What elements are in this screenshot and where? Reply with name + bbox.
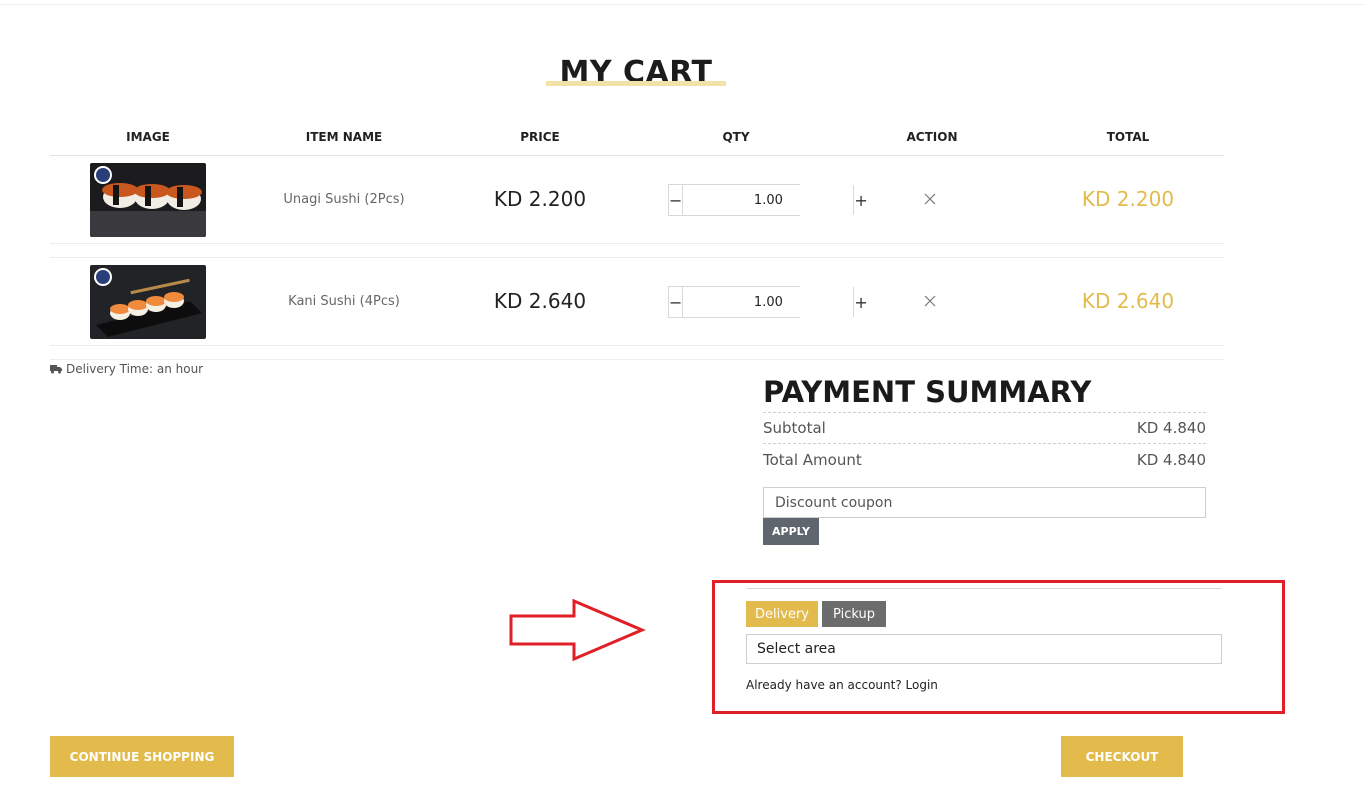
quantity-stepper: − + (668, 184, 868, 216)
remove-item-button[interactable] (920, 189, 940, 209)
increase-qty-button[interactable]: + (853, 185, 868, 215)
delivery-time-text: Delivery Time: an hour (66, 362, 204, 376)
header-item-name: ITEM NAME (305, 130, 383, 144)
remove-item-button[interactable] (920, 291, 940, 311)
red-arrow-annotation (509, 598, 646, 662)
header-price: PRICE (520, 130, 560, 144)
top-divider (0, 4, 1364, 5)
page-title: MY CART (559, 55, 713, 90)
cart-table: IMAGE ITEM NAME PRICE QTY ACTION TOTAL U… (50, 120, 1224, 360)
subtotal-value: KD 4.840 (1136, 419, 1206, 437)
apply-coupon-button[interactable]: APPLY (763, 518, 819, 545)
total-amount-value: KD 4.840 (1136, 450, 1206, 469)
row-divider (50, 346, 1224, 360)
payment-summary: PAYMENT SUMMARY Subtotal KD 4.840 Total … (763, 374, 1206, 475)
header-action: ACTION (906, 130, 958, 144)
item-total: KD 2.200 (1081, 187, 1175, 211)
item-total: KD 2.640 (1081, 289, 1175, 313)
table-row: Kani Sushi (4Pcs) KD 2.640 − + KD 2.640 (50, 258, 1224, 346)
subtotal-label: Subtotal (763, 419, 826, 437)
row-divider (50, 244, 1224, 258)
subtotal-row: Subtotal KD 4.840 (763, 413, 1206, 444)
kani-sushi-image[interactable] (90, 265, 206, 339)
increase-qty-button[interactable]: + (853, 287, 868, 317)
cart-table-header: IMAGE ITEM NAME PRICE QTY ACTION TOTAL (50, 120, 1224, 156)
item-price: KD 2.640 (493, 289, 587, 313)
total-amount-label: Total Amount (763, 450, 862, 469)
payment-summary-title: PAYMENT SUMMARY (763, 374, 1206, 413)
delivery-time-note: Delivery Time: an hour (50, 362, 203, 376)
table-row: Unagi Sushi (2Pcs) KD 2.200 − + KD 2.200 (50, 156, 1224, 244)
close-icon (924, 295, 936, 307)
item-price: KD 2.200 (493, 187, 587, 211)
quantity-input[interactable] (683, 287, 854, 317)
close-icon (924, 193, 936, 205)
annotation-highlight-box (712, 580, 1285, 714)
checkout-button[interactable]: CHECKOUT (1061, 736, 1183, 777)
unagi-sushi-image[interactable] (90, 163, 206, 237)
continue-shopping-button[interactable]: CONTINUE SHOPPING (50, 736, 234, 777)
discount-coupon-input[interactable] (763, 487, 1206, 518)
truck-icon (50, 365, 62, 374)
quantity-input[interactable] (683, 185, 854, 215)
title-underline (546, 81, 726, 86)
decrease-qty-button[interactable]: − (669, 185, 684, 215)
header-qty: QTY (722, 130, 750, 144)
header-total: TOTAL (1106, 130, 1150, 144)
decrease-qty-button[interactable]: − (669, 287, 684, 317)
header-image: IMAGE (126, 130, 170, 144)
item-name[interactable]: Kani Sushi (4Pcs) (246, 294, 442, 309)
total-amount-row: Total Amount KD 4.840 (763, 444, 1206, 475)
item-name[interactable]: Unagi Sushi (2Pcs) (246, 192, 442, 207)
quantity-stepper: − + (668, 286, 868, 318)
